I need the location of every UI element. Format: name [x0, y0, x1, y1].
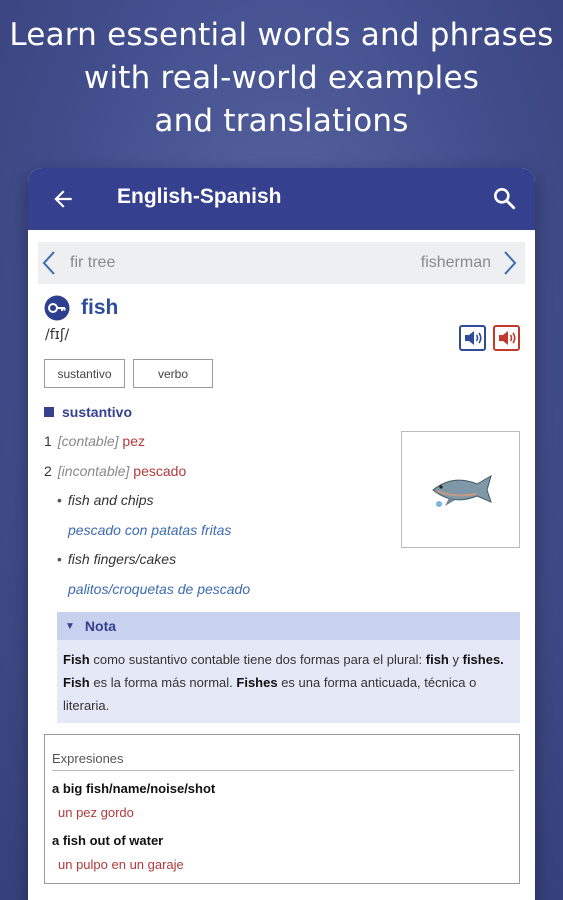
example-source: • fish and chips	[57, 492, 154, 508]
example-text: fish and chips	[67, 492, 154, 508]
sense-number: 1	[44, 433, 52, 449]
sense-1: 1 [contable] pez	[44, 433, 145, 449]
sense-2: 2 [incontable] pescado	[44, 463, 186, 479]
note-bold: fishes.	[462, 652, 504, 667]
pos-chip-sustantivo[interactable]: sustantivo	[44, 359, 125, 388]
promo-line-2: with real-world examples	[83, 60, 480, 96]
app-title: English-Spanish	[117, 185, 282, 208]
note-bold: Fish	[63, 675, 90, 690]
promo-line-1: Learn essential words and phrases	[9, 17, 554, 53]
app-screen: English-Spanish fir tree fisherman fish …	[28, 168, 535, 900]
bullet-icon: •	[57, 551, 62, 567]
speaker-icon	[498, 331, 516, 345]
example-translation: pescado con patatas fritas	[68, 522, 232, 538]
example-translation: palitos/croquetas de pescado	[68, 581, 251, 597]
note-header[interactable]: ▼ Nota	[57, 612, 520, 640]
speaker-icon	[464, 331, 482, 345]
bullet-icon: •	[57, 492, 62, 508]
divider	[52, 770, 514, 771]
note-bold: Fish	[63, 652, 90, 667]
key-icon	[44, 295, 70, 321]
example-source: • fish fingers/cakes	[57, 551, 176, 567]
phrases-box: Expresiones a big fish/name/noise/shot u…	[44, 734, 520, 884]
next-entry-label: fisherman	[420, 254, 491, 271]
note-text: como sustantivo contable tiene dos forma…	[89, 652, 426, 667]
note-bold: Fishes	[236, 675, 278, 690]
example-text: fish fingers/cakes	[67, 551, 177, 567]
phrase-item: a fish out of water	[52, 833, 164, 848]
prev-entry-link[interactable]: fir tree	[42, 250, 115, 276]
app-bar: English-Spanish	[28, 168, 535, 230]
arrow-left-icon[interactable]	[50, 186, 76, 212]
promo-headline: Learn essential words and phrases with r…	[0, 14, 563, 143]
next-entry-link[interactable]: fisherman	[421, 250, 517, 276]
note-bold: fish	[425, 652, 449, 667]
note-text: es la forma más normal.	[89, 675, 237, 690]
audio-us-button[interactable]	[493, 325, 520, 351]
pronunciation: /fɪʃ/	[45, 327, 70, 343]
phrase-item: a big fish/name/noise/shot	[52, 781, 216, 796]
note-body: Fish como sustantivo contable tiene dos …	[57, 640, 520, 717]
sense-translation: pescado	[133, 463, 187, 479]
sense-translation: pez	[122, 433, 145, 449]
sense-grammar: [incontable]	[57, 463, 130, 479]
chevron-right-icon	[504, 251, 517, 275]
phrases-title: Expresiones	[52, 751, 124, 766]
fish-icon	[431, 474, 492, 507]
sense-number: 2	[44, 463, 52, 479]
headword: fish	[81, 296, 119, 319]
triangle-down-icon: ▼	[65, 620, 75, 632]
square-bullet-icon	[44, 407, 54, 417]
phrase-translation: un pulpo en un garaje	[58, 857, 184, 872]
promo-line-3: and translations	[154, 103, 409, 139]
pos-heading: sustantivo	[44, 404, 132, 420]
headword-row: fish	[44, 295, 118, 321]
fish-illustration[interactable]	[401, 431, 520, 548]
search-icon[interactable]	[491, 185, 517, 211]
chevron-left-icon	[42, 251, 55, 275]
phrase-translation: un pez gordo	[58, 805, 134, 820]
note-title: Nota	[84, 618, 117, 634]
pos-heading-label: sustantivo	[62, 404, 133, 420]
audio-uk-button[interactable]	[459, 325, 486, 351]
entry-navigation: fir tree fisherman	[38, 242, 525, 284]
usage-note: ▼ Nota Fish como sustantivo contable tie…	[57, 612, 520, 723]
prev-entry-label: fir tree	[70, 254, 116, 271]
note-text: y	[448, 652, 463, 667]
pos-chip-verbo[interactable]: verbo	[133, 359, 213, 388]
sense-grammar: [contable]	[57, 433, 119, 449]
